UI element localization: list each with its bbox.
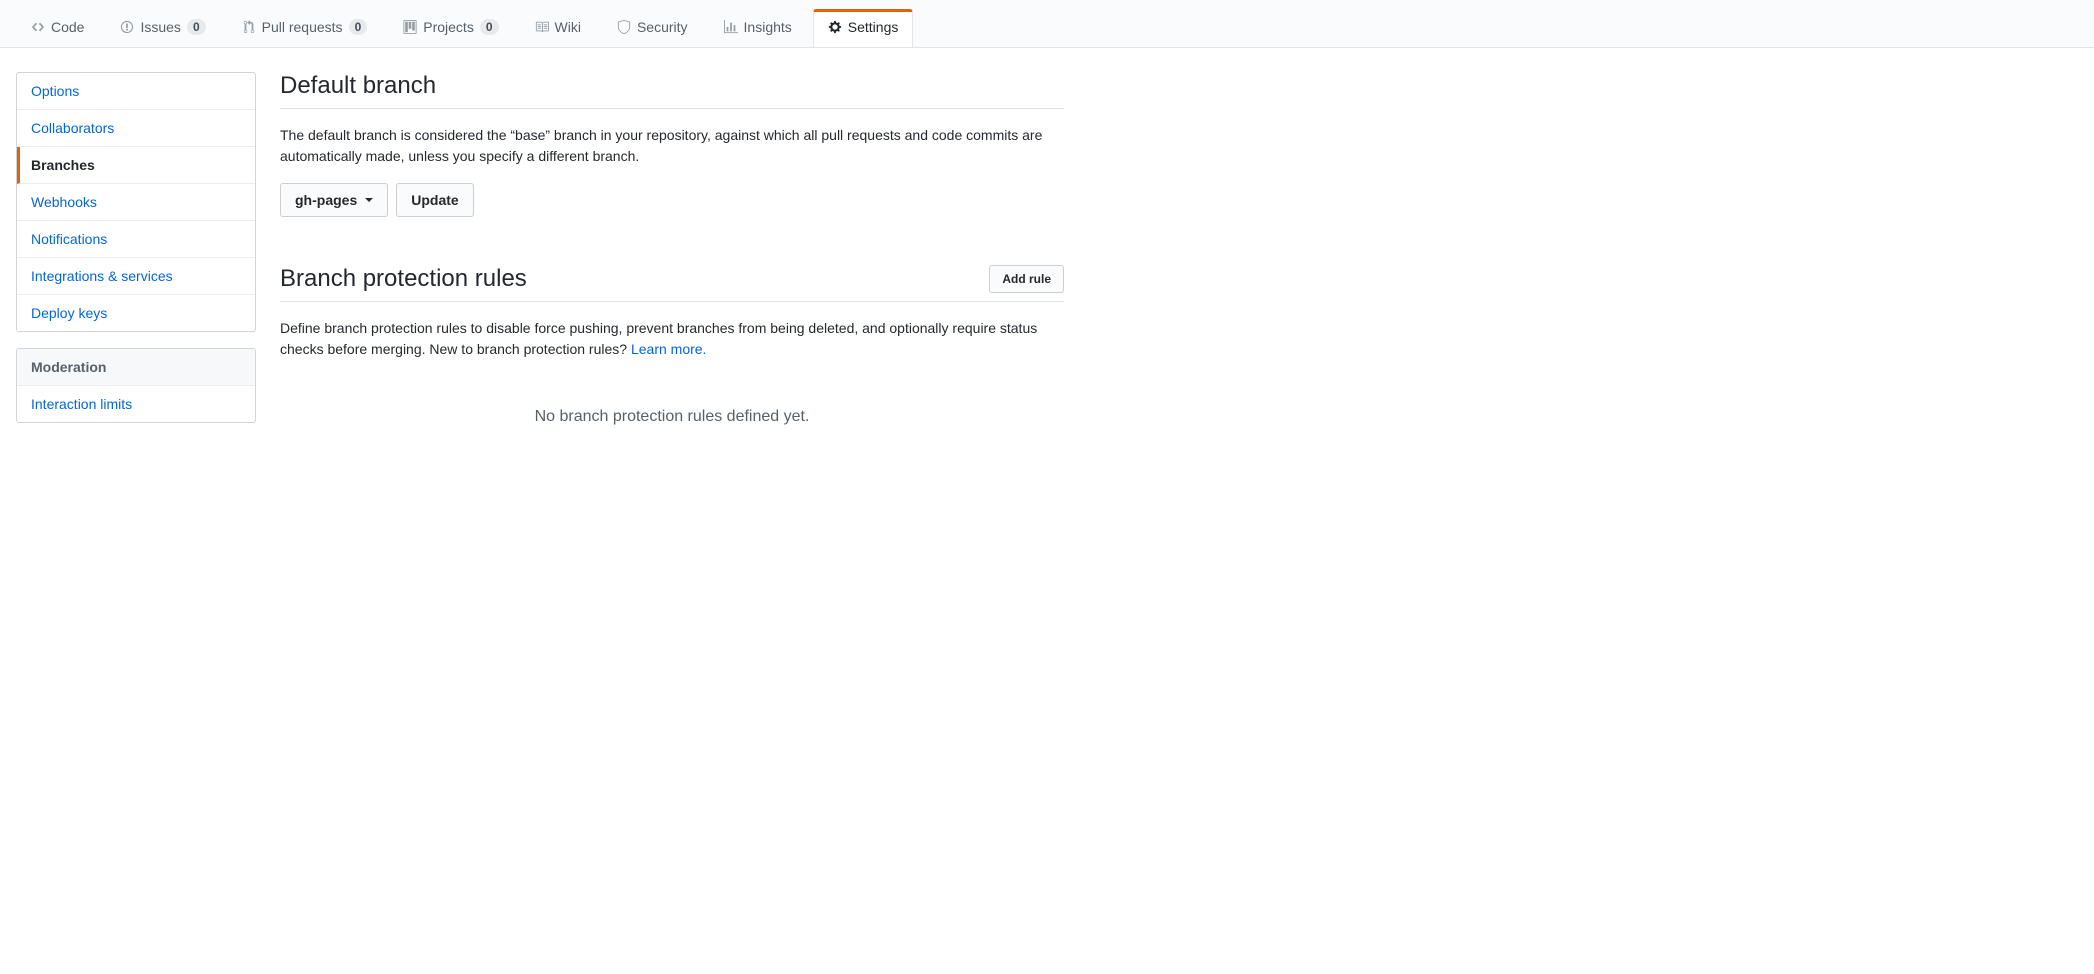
tab-label: Issues: [140, 19, 180, 35]
update-default-branch-button[interactable]: Update: [396, 183, 473, 217]
tab-code[interactable]: Code: [16, 8, 99, 47]
tab-label: Wiki: [555, 19, 581, 35]
tab-label: Settings: [848, 19, 899, 35]
tab-wiki[interactable]: Wiki: [520, 8, 596, 47]
tab-label: Security: [637, 19, 688, 35]
tab-issues[interactable]: Issues 0: [105, 8, 220, 47]
sidebar-item-branches[interactable]: Branches: [17, 147, 255, 184]
sidebar-item-deploy-keys[interactable]: Deploy keys: [17, 295, 255, 331]
tab-pull-requests[interactable]: Pull requests 0: [227, 8, 383, 47]
pull-request-icon: [242, 20, 256, 34]
branch-protection-heading: Branch protection rules: [280, 265, 527, 293]
sidebar-item-options[interactable]: Options: [17, 73, 255, 110]
settings-sidebar: Options Collaborators Branches Webhooks …: [16, 72, 256, 458]
branch-protection-empty-state: No branch protection rules defined yet.: [280, 376, 1064, 458]
pr-count: 0: [349, 19, 368, 35]
repo-navigation: Code Issues 0 Pull requests 0 Projects 0…: [0, 0, 2094, 48]
default-branch-selector[interactable]: gh-pages: [280, 183, 388, 217]
branch-protection-subhead: Branch protection rules Add rule: [280, 265, 1064, 302]
code-icon: [31, 20, 45, 34]
moderation-heading: Moderation: [17, 349, 255, 386]
gear-icon: [828, 20, 842, 34]
add-rule-button[interactable]: Add rule: [989, 265, 1064, 293]
projects-count: 0: [480, 19, 499, 35]
default-branch-description: The default branch is considered the “ba…: [280, 125, 1064, 167]
tab-settings[interactable]: Settings: [813, 9, 914, 47]
issue-icon: [120, 20, 134, 34]
branch-protection-description: Define branch protection rules to disabl…: [280, 318, 1064, 360]
default-branch-value: gh-pages: [295, 190, 357, 210]
sidebar-item-collaborators[interactable]: Collaborators: [17, 110, 255, 147]
graph-icon: [724, 20, 738, 34]
caret-down-icon: [365, 198, 373, 202]
settings-menu-primary: Options Collaborators Branches Webhooks …: [16, 72, 256, 332]
tab-insights[interactable]: Insights: [709, 8, 807, 47]
project-icon: [403, 20, 417, 34]
sidebar-item-integrations[interactable]: Integrations & services: [17, 258, 255, 295]
settings-content: Default branch The default branch is con…: [280, 72, 1064, 458]
tab-projects[interactable]: Projects 0: [388, 8, 513, 47]
tab-label: Insights: [744, 19, 792, 35]
shield-icon: [617, 20, 631, 34]
issues-count: 0: [187, 19, 206, 35]
learn-more-link[interactable]: Learn more.: [631, 341, 706, 357]
default-branch-heading: Default branch: [280, 72, 436, 100]
book-icon: [535, 20, 549, 34]
tab-security[interactable]: Security: [602, 8, 703, 47]
sidebar-item-notifications[interactable]: Notifications: [17, 221, 255, 258]
default-branch-subhead: Default branch: [280, 72, 1064, 109]
tab-label: Code: [51, 19, 84, 35]
sidebar-item-interaction-limits[interactable]: Interaction limits: [17, 386, 255, 422]
tab-label: Pull requests: [262, 19, 343, 35]
settings-menu-moderation: Moderation Interaction limits: [16, 348, 256, 423]
tab-label: Projects: [423, 19, 474, 35]
sidebar-item-webhooks[interactable]: Webhooks: [17, 184, 255, 221]
